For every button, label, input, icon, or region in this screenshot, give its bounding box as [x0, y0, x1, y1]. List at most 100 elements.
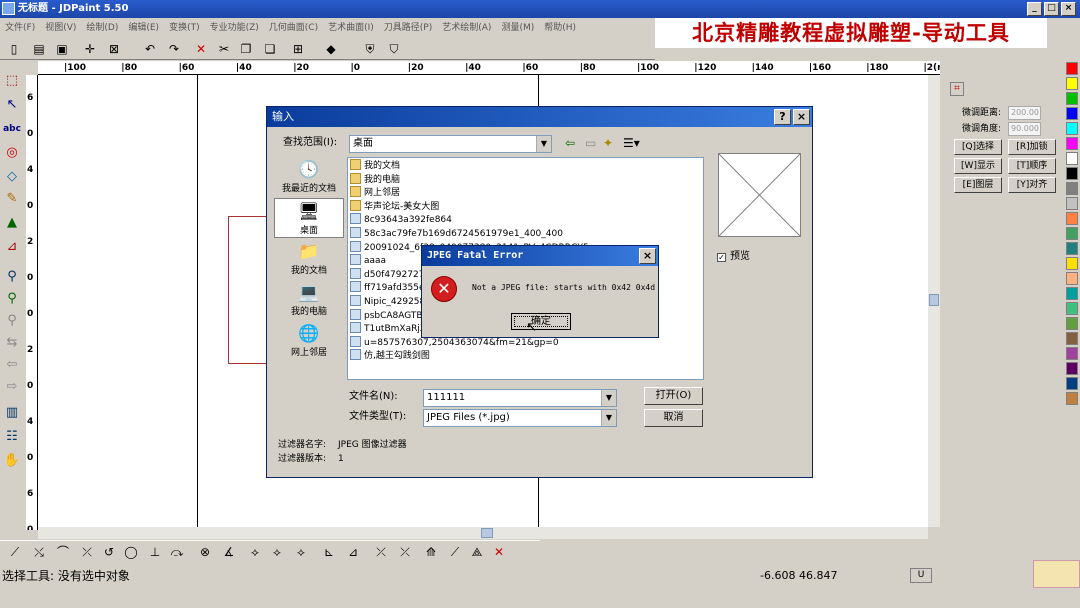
- layers-icon[interactable]: ▥: [3, 404, 21, 422]
- cut-line-alt-icon[interactable]: ⤫: [396, 544, 414, 560]
- arc-tool-icon[interactable]: ⌒: [54, 544, 72, 560]
- delete-icon[interactable]: ✕: [193, 41, 209, 57]
- fillet-icon[interactable]: ⟋: [446, 544, 464, 560]
- shield-icon[interactable]: ⛨: [362, 41, 378, 57]
- view-menu-icon[interactable]: ☰▾: [623, 136, 640, 150]
- ok-button[interactable]: 确定: [511, 313, 571, 330]
- order-button[interactable]: [T]顺序: [1008, 158, 1056, 174]
- new-folder-icon[interactable]: ✦: [603, 136, 613, 150]
- undo-icon[interactable]: ↶: [142, 41, 158, 57]
- horizontal-scroll-thumb[interactable]: [481, 528, 493, 538]
- menu-item[interactable]: 刀具路径(P): [384, 23, 432, 33]
- color-swatch[interactable]: [1066, 107, 1078, 120]
- swap-icon[interactable]: ⇆: [3, 334, 21, 352]
- tangent-icon[interactable]: ⤼: [168, 544, 186, 560]
- paste-icon[interactable]: ❏: [262, 41, 278, 57]
- color-swatch[interactable]: [1066, 167, 1078, 180]
- file-item[interactable]: Nipic_429258: [350, 295, 425, 308]
- vertical-scroll-thumb[interactable]: [929, 294, 939, 306]
- layer-icon[interactable]: ◆: [323, 41, 339, 57]
- place-network[interactable]: 🌐 网上邻居: [274, 321, 344, 361]
- center-snap-icon[interactable]: ⊗: [196, 544, 214, 560]
- file-item[interactable]: 仿,越王勾践剑图: [350, 349, 430, 362]
- measure-tool-icon[interactable]: ⊿: [3, 238, 21, 256]
- angle-snap-icon[interactable]: ∡: [220, 544, 238, 560]
- paint-tool-icon[interactable]: ✎: [3, 190, 21, 208]
- zoom-window-icon[interactable]: ⊠: [106, 41, 122, 57]
- look-in-combo[interactable]: 桌面 ▼: [349, 135, 552, 153]
- color-swatch[interactable]: [1066, 92, 1078, 105]
- color-swatch[interactable]: [1066, 152, 1078, 165]
- grid-snap-icon[interactable]: ⟡: [246, 544, 264, 560]
- color-swatch[interactable]: [1066, 257, 1078, 270]
- cancel-button[interactable]: 取消: [644, 409, 703, 427]
- color-swatch[interactable]: [1066, 212, 1078, 225]
- color-swatch[interactable]: [1066, 362, 1078, 375]
- cut-icon[interactable]: ✂: [216, 41, 232, 57]
- file-item[interactable]: 我的文档: [350, 159, 400, 172]
- color-swatch[interactable]: [1066, 77, 1078, 90]
- select-tool-icon[interactable]: ⬚: [3, 72, 21, 90]
- fine-angle-field[interactable]: 90.000: [1008, 122, 1041, 136]
- delete-tool-icon[interactable]: ✕: [490, 544, 508, 560]
- menu-item[interactable]: 变换(T): [169, 23, 200, 33]
- grid-icon[interactable]: ⊞: [290, 41, 306, 57]
- cut-line-icon[interactable]: ⤫: [372, 544, 390, 560]
- help-icon[interactable]: ?: [774, 109, 791, 125]
- fill-tool-icon[interactable]: ▲: [3, 214, 21, 232]
- circle-snap-icon[interactable]: ◯: [122, 544, 140, 560]
- shield-alt-icon[interactable]: ⛉: [386, 41, 402, 57]
- hand-icon[interactable]: ✋: [3, 452, 21, 470]
- menu-item[interactable]: 视图(V): [45, 23, 76, 33]
- close-icon[interactable]: ×: [1061, 2, 1076, 16]
- error-close-icon[interactable]: ×: [639, 248, 656, 264]
- polyline-tool-icon[interactable]: ⤯: [30, 544, 48, 560]
- perpendicular-icon[interactable]: ⊥: [146, 544, 164, 560]
- align-button[interactable]: [Y]对齐: [1008, 177, 1056, 193]
- offset-icon[interactable]: ⟰: [422, 544, 440, 560]
- menu-item[interactable]: 编辑(E): [128, 23, 159, 33]
- menu-item[interactable]: 文件(F): [5, 23, 35, 33]
- filetype-select[interactable]: JPEG Files (*.jpg) ▼: [423, 409, 617, 427]
- extend-icon[interactable]: ⊾: [320, 544, 338, 560]
- maximize-icon[interactable]: □: [1044, 2, 1059, 16]
- chamfer-icon[interactable]: ⟁: [468, 544, 486, 560]
- preview-checkbox[interactable]: ✓: [717, 253, 726, 262]
- file-item[interactable]: d50f47927275: [350, 267, 430, 281]
- pin-gray-icon[interactable]: ⚲: [3, 312, 21, 330]
- open-file-icon[interactable]: ▤: [31, 41, 47, 57]
- color-swatch[interactable]: [1066, 287, 1078, 300]
- color-swatch[interactable]: [1066, 272, 1078, 285]
- color-swatch[interactable]: [1066, 377, 1078, 390]
- copy-icon[interactable]: ❐: [238, 41, 254, 57]
- place-recent[interactable]: 🕓 我最近的文档: [274, 157, 344, 197]
- color-swatch[interactable]: [1066, 227, 1078, 240]
- menu-item[interactable]: 帮助(H): [544, 23, 576, 33]
- menu-item[interactable]: 专业功能(Z): [210, 23, 259, 33]
- arrow-left-icon[interactable]: ⇦: [3, 356, 21, 374]
- fine-distance-field[interactable]: 200.00: [1008, 106, 1041, 120]
- file-item[interactable]: aaaa: [350, 254, 386, 267]
- show-button[interactable]: [W]显示: [954, 158, 1002, 174]
- file-item[interactable]: 我的电脑: [350, 172, 400, 186]
- new-file-icon[interactable]: ▯: [6, 41, 22, 57]
- color-swatch[interactable]: [1066, 182, 1078, 195]
- cross-tool-icon[interactable]: ⤫: [78, 544, 96, 560]
- color-swatch[interactable]: [1066, 317, 1078, 330]
- color-swatch[interactable]: [1066, 137, 1078, 150]
- file-item[interactable]: ff719afd355e: [350, 281, 425, 294]
- menu-item[interactable]: 几何曲面(C): [269, 23, 318, 33]
- color-swatch[interactable]: [1066, 62, 1078, 75]
- menu-item[interactable]: 艺术绘制(A): [442, 23, 491, 33]
- grid-snap-alt-icon[interactable]: ⟡: [268, 544, 286, 560]
- file-item[interactable]: T1utBmXaRjXX: [350, 322, 432, 335]
- color-swatch[interactable]: [1066, 122, 1078, 135]
- table-icon[interactable]: ☷: [3, 428, 21, 446]
- color-swatch[interactable]: [1066, 332, 1078, 345]
- trim-icon[interactable]: ⊿: [344, 544, 362, 560]
- redo-icon[interactable]: ↷: [166, 41, 182, 57]
- menu-item[interactable]: 绘制(D): [86, 23, 118, 33]
- crosshair-icon[interactable]: ✛: [82, 41, 98, 57]
- file-item[interactable]: 华声论坛-美女大图: [350, 199, 439, 213]
- place-desktop[interactable]: 🖥 桌面: [274, 198, 344, 238]
